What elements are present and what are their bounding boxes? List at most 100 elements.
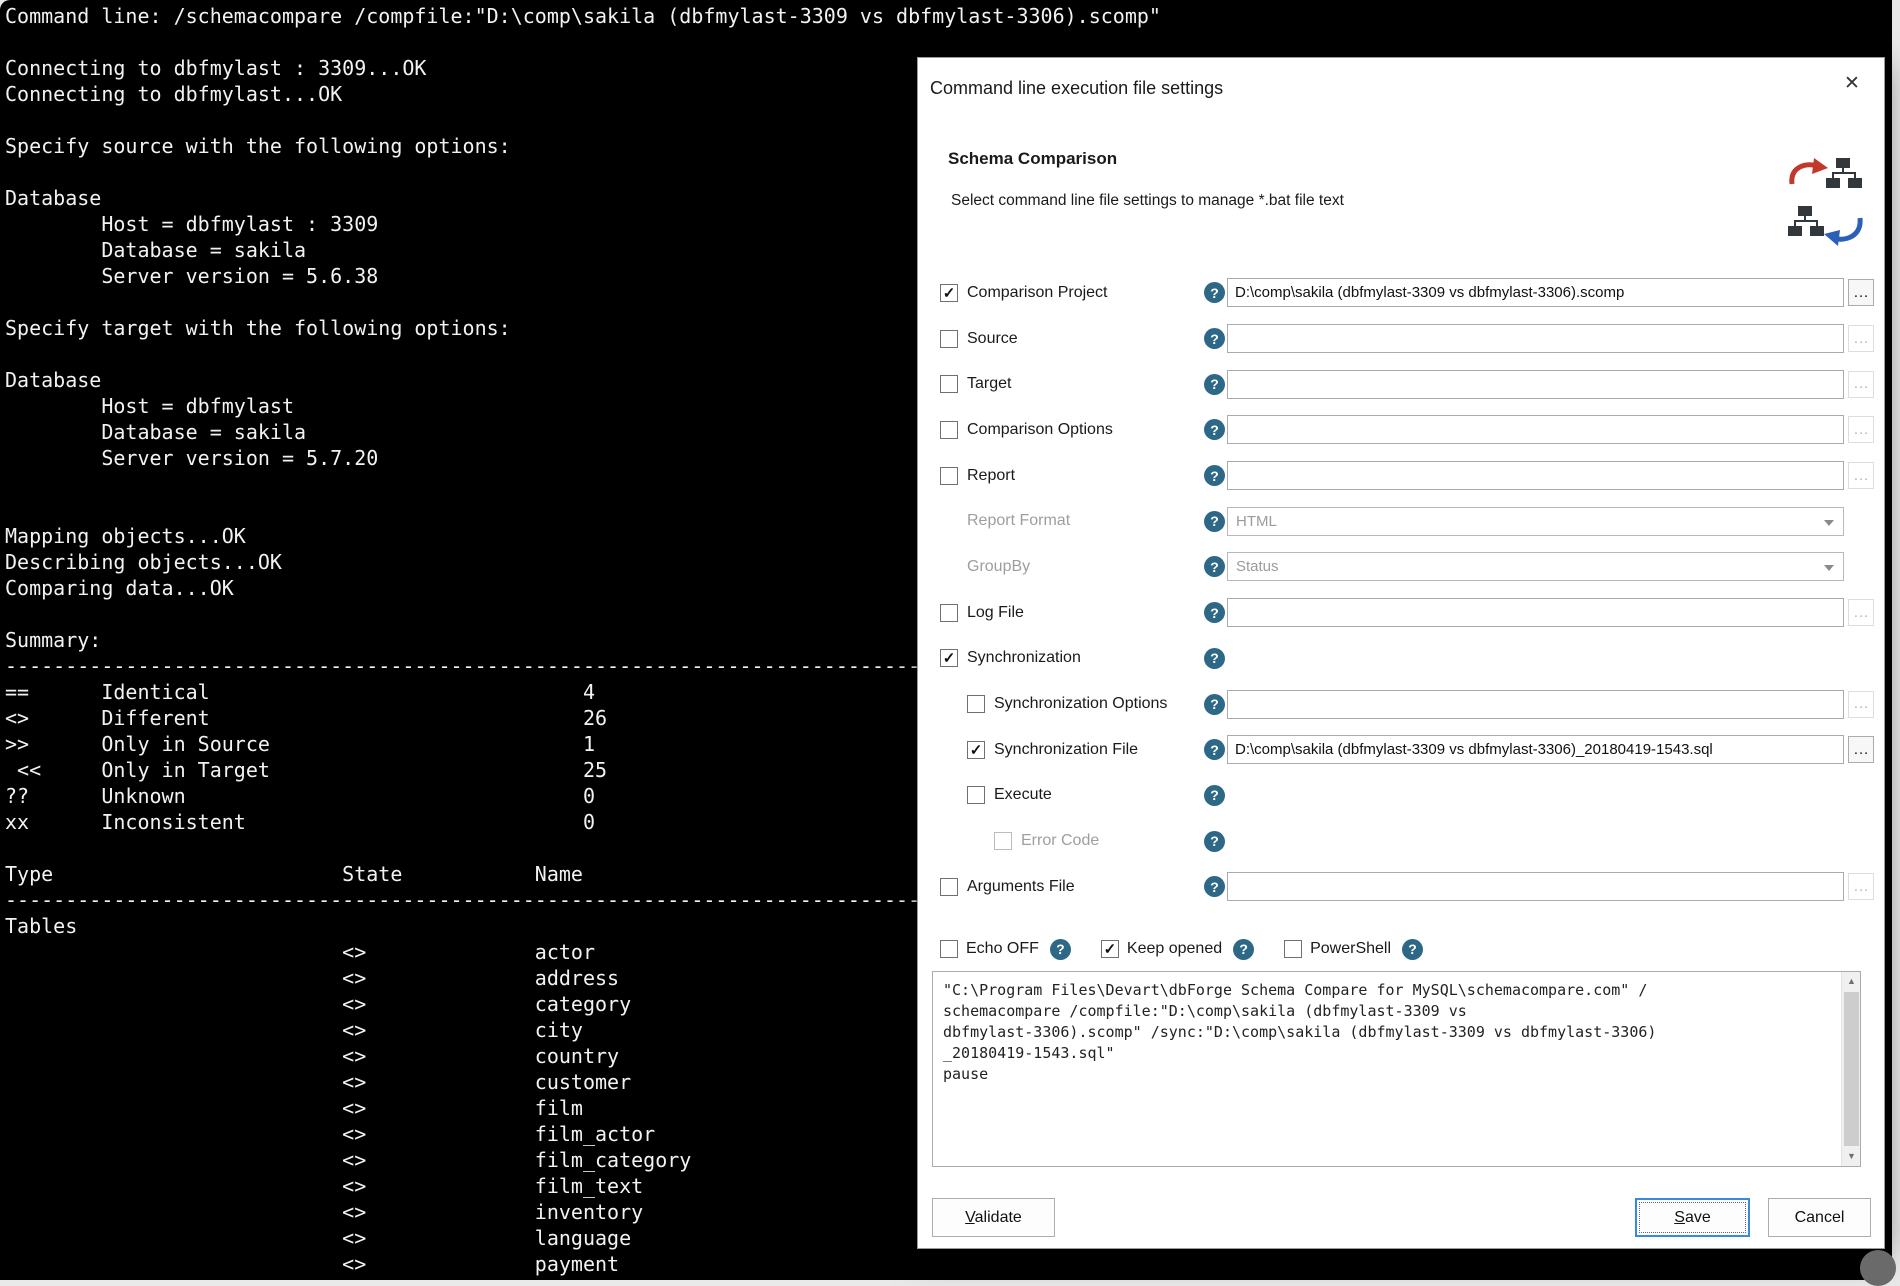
synchronization-checkbox[interactable]: ✓ [940, 649, 958, 667]
log-file-checkbox[interactable] [940, 604, 958, 622]
setting-row-groupby: GroupBy? Status [932, 544, 1874, 590]
report-format-label: Report Format [967, 512, 1070, 530]
target-browse-button[interactable]: … [1848, 371, 1874, 398]
groupby-help-icon[interactable]: ? [1204, 556, 1225, 577]
source-help-icon[interactable]: ? [1204, 328, 1225, 349]
synchronization-file-help-icon[interactable]: ? [1204, 739, 1225, 760]
dropdown-arrow-icon [1824, 520, 1834, 526]
log-file-help-icon[interactable]: ? [1204, 602, 1225, 623]
source-browse-button[interactable]: … [1848, 325, 1874, 352]
comparison-project-browse-button[interactable]: … [1848, 279, 1874, 306]
powershell-checkbox[interactable] [1284, 940, 1302, 958]
synchronization-file-label: Synchronization File [994, 741, 1138, 759]
groupby-combo[interactable]: Status [1227, 552, 1844, 581]
groupby-combo-value: Status [1236, 558, 1279, 575]
echo-off-label: Echo OFF [966, 940, 1039, 958]
schema-comparison-heading: Schema Comparison [948, 149, 1117, 169]
setting-row-comparison-options: Comparison Options? … [932, 407, 1874, 453]
synchronization-file-browse-button[interactable]: … [1848, 736, 1874, 763]
synchronization-file-checkbox[interactable]: ✓ [967, 741, 985, 759]
echo-off-help-icon[interactable]: ? [1050, 939, 1071, 960]
comparison-project-input[interactable] [1227, 278, 1844, 307]
keep-opened-label: Keep opened [1127, 940, 1222, 958]
dialog-subtitle: Select command line file settings to man… [951, 192, 1344, 210]
setting-row-execute: Execute? [932, 773, 1874, 819]
synchronization-options-browse-button[interactable]: … [1848, 691, 1874, 718]
source-input[interactable] [1227, 324, 1844, 353]
report-input[interactable] [1227, 461, 1844, 490]
setting-row-target: Target? … [932, 361, 1874, 407]
scroll-down-icon[interactable]: ▼ [1842, 1147, 1861, 1166]
arguments-file-label: Arguments File [967, 878, 1075, 896]
setting-row-comparison-project: ✓ Comparison Project? … [932, 270, 1874, 316]
synchronization-file-input[interactable] [1227, 735, 1844, 764]
keep-opened-help-icon[interactable]: ? [1233, 939, 1254, 960]
target-help-icon[interactable]: ? [1204, 374, 1225, 395]
comparison-project-checkbox[interactable]: ✓ [940, 284, 958, 302]
log-file-browse-button[interactable]: … [1848, 599, 1874, 626]
keep-opened-checkbox[interactable]: ✓ [1101, 940, 1119, 958]
scroll-up-icon[interactable]: ▲ [1842, 972, 1861, 991]
comparison-project-help-icon[interactable]: ? [1204, 282, 1225, 303]
settings-rows: ✓Comparison Project?…Source?…Target?…Com… [932, 270, 1874, 910]
comparison-options-browse-button[interactable]: … [1848, 416, 1874, 443]
target-input[interactable] [1227, 370, 1844, 399]
comparison-options-help-icon[interactable]: ? [1204, 419, 1225, 440]
setting-row-source: Source? … [932, 316, 1874, 362]
arguments-file-browse-button[interactable]: … [1848, 873, 1874, 900]
target-checkbox[interactable] [940, 375, 958, 393]
comparison-options-input[interactable] [1227, 415, 1844, 444]
report-format-help-icon[interactable]: ? [1204, 511, 1225, 532]
powershell-label: PowerShell [1310, 940, 1391, 958]
cancel-button[interactable]: Cancel [1768, 1198, 1871, 1237]
schema-sync-icon [1784, 154, 1868, 255]
arguments-file-input[interactable] [1227, 872, 1844, 901]
source-label: Source [967, 330, 1018, 348]
arguments-file-help-icon[interactable]: ? [1204, 876, 1225, 897]
arguments-file-checkbox[interactable] [940, 878, 958, 896]
source-checkbox[interactable] [940, 330, 958, 348]
comparison-options-checkbox[interactable] [940, 421, 958, 439]
setting-row-error-code: Error Code? [932, 818, 1874, 864]
report-browse-button[interactable]: … [1848, 462, 1874, 489]
setting-row-synchronization-file: ✓ Synchronization File? … [932, 727, 1874, 773]
report-help-icon[interactable]: ? [1204, 465, 1225, 486]
report-checkbox[interactable] [940, 467, 958, 485]
target-label: Target [967, 375, 1011, 393]
error-code-help-icon[interactable]: ? [1204, 831, 1225, 852]
close-icon[interactable]: ✕ [1838, 70, 1866, 98]
validate-button[interactable]: Validate [932, 1198, 1055, 1237]
error-code-checkbox[interactable] [994, 832, 1012, 850]
synchronization-options-checkbox[interactable] [967, 695, 985, 713]
batch-scrollbar[interactable]: ▲ ▼ [1841, 972, 1860, 1166]
setting-row-report-format: Report Format?HTML [932, 498, 1874, 544]
batch-file-text-box[interactable]: "C:\Program Files\Devart\dbForge Schema … [932, 971, 1861, 1167]
batch-file-text[interactable]: "C:\Program Files\Devart\dbForge Schema … [943, 980, 1830, 1085]
comparison-options-label: Comparison Options [967, 421, 1113, 439]
execute-checkbox[interactable] [967, 786, 985, 804]
log-file-input[interactable] [1227, 598, 1844, 627]
synchronization-options-label: Synchronization Options [994, 695, 1167, 713]
scrollbar-thumb[interactable] [1844, 992, 1859, 1146]
error-code-label: Error Code [1021, 832, 1099, 850]
setting-row-log-file: Log File? … [932, 590, 1874, 636]
option-keep-opened: ✓ Keep opened? [1101, 939, 1254, 960]
synchronization-help-icon[interactable]: ? [1204, 648, 1225, 669]
setting-row-arguments-file: Arguments File? … [932, 864, 1874, 910]
screen-corner-artifact [1860, 1250, 1896, 1286]
execution-options-row: Echo OFF?✓Keep opened?PowerShell? [940, 934, 1453, 964]
synchronization-options-input[interactable] [1227, 690, 1844, 719]
powershell-help-icon[interactable]: ? [1402, 939, 1423, 960]
execute-label: Execute [994, 786, 1052, 804]
execute-help-icon[interactable]: ? [1204, 785, 1225, 806]
echo-off-checkbox[interactable] [940, 940, 958, 958]
option-echo-off: Echo OFF? [940, 939, 1071, 960]
save-button[interactable]: Save [1635, 1198, 1750, 1237]
report-format-combo[interactable]: HTML [1227, 507, 1844, 536]
groupby-label: GroupBy [967, 558, 1030, 576]
setting-row-synchronization: ✓Synchronization? [932, 636, 1874, 682]
option-powershell: PowerShell? [1284, 939, 1423, 960]
comparison-project-label: Comparison Project [967, 284, 1108, 302]
synchronization-options-help-icon[interactable]: ? [1204, 694, 1225, 715]
log-file-label: Log File [967, 604, 1024, 622]
